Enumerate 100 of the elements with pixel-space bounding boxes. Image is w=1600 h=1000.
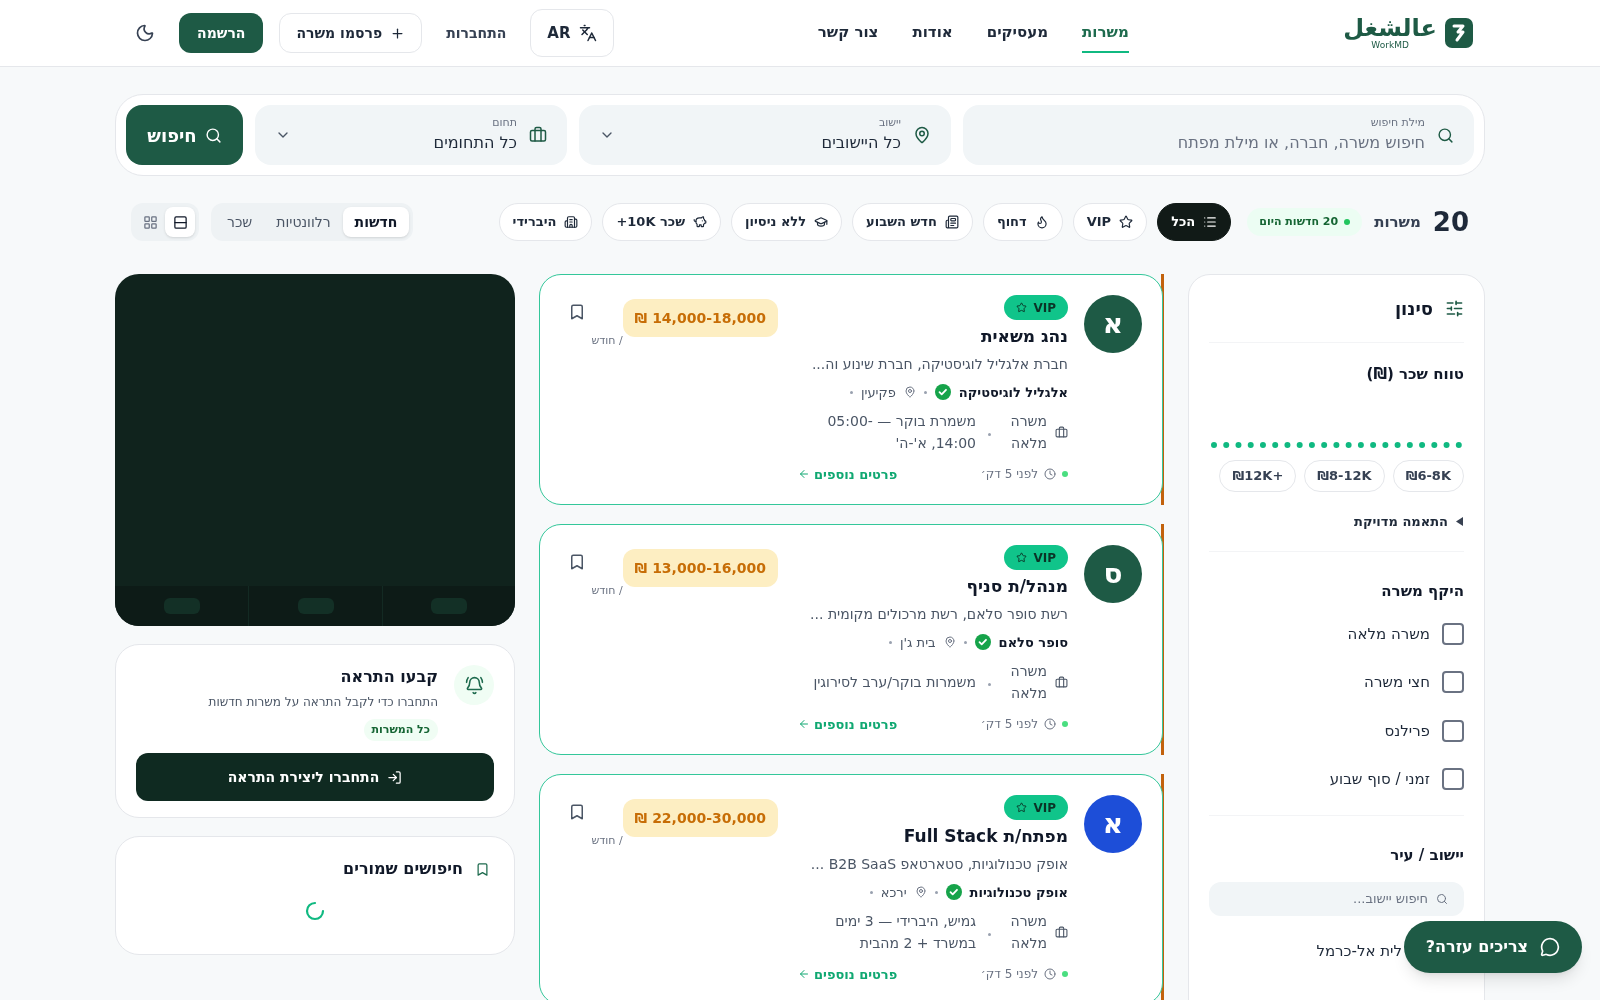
- job-title: מפתח/ת Full Stack: [903, 825, 1068, 848]
- clock-icon: [1044, 718, 1056, 731]
- clock-icon: [1044, 468, 1056, 481]
- exact-match-toggle[interactable]: התאמה מדויקת: [1354, 511, 1464, 531]
- vip-badge: VIP: [1004, 295, 1068, 320]
- results-count: 20: [1432, 205, 1469, 239]
- sort-tab[interactable]: שכר: [215, 207, 265, 237]
- salary-badge: ₪ 22,000-30,000: [622, 799, 778, 837]
- location-select[interactable]: יישוב כל היישובים: [579, 105, 951, 165]
- logo-subtext: WorkMD: [1371, 41, 1409, 50]
- chat-bubble-icon: [1540, 937, 1560, 957]
- checkbox[interactable]: [1442, 671, 1464, 694]
- checkbox[interactable]: [1442, 719, 1464, 742]
- star-icon: [1016, 552, 1028, 563]
- job-location: פקיעין: [860, 383, 896, 402]
- moon-icon[interactable]: [135, 23, 155, 43]
- filter-chip[interactable]: חדש השבוע: [852, 203, 973, 241]
- posted-time: לפני 5 דק׳: [980, 716, 1038, 734]
- company-avatar: א: [1084, 295, 1142, 353]
- logo-text: عالشغل: [1343, 16, 1437, 40]
- bookmark-icon[interactable]: [568, 553, 586, 571]
- salary-badge: ₪ 14,000-18,000: [622, 299, 778, 337]
- bookmark-icon[interactable]: [568, 303, 586, 321]
- checkbox-label: לית אל-כרמל: [1316, 941, 1402, 962]
- post-job-button[interactable]: פרסמו משרה: [279, 13, 423, 53]
- filter-chip[interactable]: שכר 10K+: [602, 203, 722, 241]
- saved-searches-title: חיפושים שמורים: [343, 858, 463, 880]
- filter-chip[interactable]: דחוף: [982, 203, 1063, 241]
- nav-link[interactable]: צור קשר: [817, 12, 879, 54]
- sliders-icon: [1445, 299, 1464, 318]
- job-type: משרה מלאה: [1009, 412, 1047, 453]
- posted-time: לפני 5 דק׳: [980, 466, 1038, 484]
- city-search-field[interactable]: חיפוש יישוב...: [1225, 889, 1428, 909]
- job-title: נהג משאית: [980, 325, 1068, 348]
- bookmark-icon[interactable]: [568, 803, 586, 821]
- language-button[interactable]: AR: [530, 9, 614, 57]
- city-search-bar[interactable]: חיפוש יישוב...: [1209, 882, 1464, 916]
- salary-badge: ₪ 13,000-16,000: [622, 549, 778, 587]
- category-select[interactable]: תחום כל התחומים: [255, 105, 567, 165]
- section-title: טווח שכר (₪): [1365, 364, 1464, 385]
- login-link[interactable]: התחברות: [438, 22, 515, 44]
- bookmark-icon: [475, 861, 490, 877]
- checkbox[interactable]: [1442, 622, 1464, 645]
- job-type: משרה מלאה: [1009, 662, 1047, 703]
- field-label: מילת חיפוש: [1369, 114, 1425, 131]
- job-type: משרה מלאה: [1009, 912, 1047, 953]
- sort-tab[interactable]: חדשות: [342, 207, 410, 237]
- vip-badge: VIP: [1004, 545, 1068, 570]
- checkbox-label: פרילנס: [1384, 720, 1430, 742]
- arrow-left-icon: [798, 468, 810, 481]
- filter-chip[interactable]: היברידי: [498, 203, 593, 241]
- briefcase-icon: [1055, 675, 1068, 689]
- checkbox[interactable]: [1442, 768, 1464, 791]
- login-alert-button[interactable]: התחברו ליצירת התראה: [136, 753, 494, 801]
- alert-tag: כל המשרות: [363, 719, 438, 741]
- vip-badge: VIP: [1004, 795, 1068, 820]
- rows-icon: [172, 214, 188, 230]
- nav-link[interactable]: אודות: [912, 12, 953, 54]
- checkbox-label: חצי משרה: [1364, 672, 1430, 693]
- list-view-button[interactable]: [165, 207, 195, 237]
- map-pin-icon: [903, 386, 916, 399]
- search-bar[interactable]: מילת חיפוש חיפוש משרה, חברה, או מילת מפתח: [963, 105, 1474, 165]
- company-name: סופר סלאם: [998, 633, 1068, 652]
- nav-link[interactable]: משרות: [1082, 12, 1129, 54]
- plus-icon: [390, 25, 406, 41]
- translate-icon: [578, 24, 597, 42]
- help-button[interactable]: צריכים עזרה?: [1403, 921, 1582, 973]
- results-label: משרות: [1374, 211, 1421, 233]
- job-schedule: גמיש, היברידי — 3 ימים במשרד + 2 מהבית: [834, 912, 976, 953]
- company-name: אלגליל לוגיסטיקה: [958, 383, 1068, 402]
- company-avatar: א: [1084, 795, 1142, 853]
- filter-chip[interactable]: VIP: [1072, 203, 1148, 241]
- register-button[interactable]: הרשמה: [179, 13, 264, 53]
- clock-icon: [1044, 968, 1056, 981]
- job-location: ירכא: [880, 883, 907, 902]
- triangle-icon: [1456, 516, 1464, 526]
- filter-chip[interactable]: הכל: [1157, 203, 1232, 241]
- nav-link[interactable]: מעסיקים: [986, 12, 1049, 54]
- search-button[interactable]: חיפוש: [126, 105, 243, 165]
- arrow-left-icon: [798, 968, 810, 981]
- search-icon: [204, 126, 222, 144]
- filter-title: סינון: [1394, 297, 1433, 321]
- new-today-badge: 20 חדשות היום: [1247, 208, 1363, 236]
- section-title: יישוב / עיר: [1389, 844, 1464, 866]
- alert-title: קבעו התראה: [340, 666, 438, 688]
- search-field[interactable]: חיפוש משרה, חברה, או מילת מפתח: [983, 131, 1425, 156]
- job-schedule: משמרות בוקר/ערב לסירוגין: [812, 673, 976, 692]
- checkbox-label: משרה מלאה: [1347, 623, 1430, 645]
- salary-period: / חודש: [591, 833, 623, 849]
- login-icon: [387, 769, 403, 785]
- job-description: חברת אלגליל לוגיסטיקה, חברת שינוע וה...: [811, 354, 1068, 374]
- posted-time: לפני 5 דק׳: [980, 966, 1038, 984]
- star-icon: [1016, 302, 1028, 313]
- filter-chip[interactable]: ללא ניסיון: [731, 203, 843, 241]
- map-pin-icon: [914, 886, 927, 899]
- star-icon: [1016, 802, 1028, 813]
- briefcase-icon: [529, 126, 547, 144]
- logo-icon: [1445, 18, 1473, 48]
- sort-tab[interactable]: רלוונטיות: [264, 207, 343, 237]
- arrow-left-icon: [798, 718, 810, 731]
